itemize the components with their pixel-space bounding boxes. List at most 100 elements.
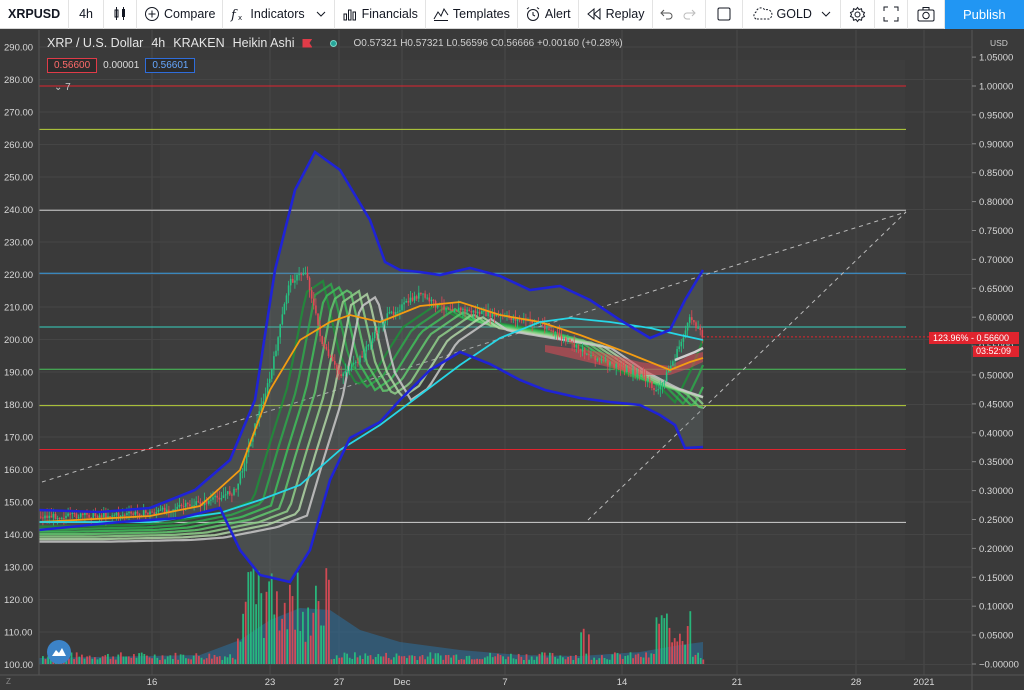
candle-body [558,332,561,337]
candle-body [462,308,464,311]
left-axis-label: 220.00 [4,270,33,281]
publish-button[interactable]: Publish [944,0,1024,29]
candle-body [544,324,546,330]
right-axis-label: 0.05000 [979,631,1013,642]
volume-bar [133,654,135,664]
volume-bar [333,658,335,664]
volume-bar [634,654,637,664]
candle-body [348,369,351,372]
candle-body [149,511,151,515]
candle-body [550,329,552,331]
candle-body [554,332,557,334]
candle-body [315,305,317,314]
redo-button[interactable] [679,0,706,29]
volume-bar [419,656,421,664]
candle-body [237,483,239,490]
candle-body [111,515,113,517]
volume-bar [663,618,666,664]
candle-body [628,368,630,373]
volume-bar [395,653,398,664]
volume-bar [216,656,218,664]
indicators-button[interactable]: fx Indicators [223,0,335,29]
volume-bar [515,659,517,664]
candle-body [474,310,477,314]
fullscreen-icon [883,6,899,22]
volume-bar [239,641,242,664]
templates-label: Templates [452,7,510,21]
snapshot-button[interactable] [908,0,945,29]
volume-bar [83,658,86,664]
volume-bar [356,657,359,664]
plus-circle-icon [145,7,159,21]
chart-type-button[interactable] [104,0,137,29]
right-axis-label: 0.90000 [979,139,1013,150]
rewind-icon [586,7,601,21]
alert-button[interactable]: Alert [518,0,579,29]
square-icon [717,7,731,21]
buy-price-button[interactable]: 0.56601 [145,58,196,73]
candle-body [46,515,48,518]
candle-body [382,323,384,327]
candle-body [371,338,374,344]
compare-button[interactable]: Compare [137,0,224,29]
volume-bar [491,657,494,664]
volume-bar [270,573,273,664]
candle-body [546,328,548,330]
volume-bar [588,634,590,664]
volume-bar [260,593,263,664]
candle-body [592,355,594,357]
candle-body [159,509,162,511]
volume-bar [499,655,502,664]
candle-body [134,511,137,515]
price-chart[interactable]: 1.05000 1.00000 0.95000 0.90000 0.85000 0.800… [0,30,1024,690]
candle-body [455,310,458,312]
flag-icon[interactable] [302,38,313,48]
layout-button[interactable] [706,0,743,29]
interval-button[interactable]: 4h [69,0,104,29]
publish-label: Publish [962,6,1006,22]
templates-button[interactable]: Templates [426,0,518,29]
studies-toggle[interactable]: ⌄ 7 [54,82,71,93]
volume-bar [484,657,486,664]
volume-bar [257,570,260,664]
volume-bar [562,657,564,664]
candle-body [388,311,391,314]
replay-button[interactable]: Replay [579,0,653,29]
volume-bar [692,656,694,664]
tradingview-logo-icon[interactable] [47,640,71,664]
candle-body [365,346,368,352]
candle-body [367,344,370,347]
chart-area[interactable]: 1.05000 1.00000 0.95000 0.90000 0.85000 0.800… [0,30,1024,690]
volume-bar [127,656,130,664]
chevron-down-icon[interactable] [315,8,327,20]
candle-body [128,511,130,514]
volume-bar [354,652,356,664]
candle-body [403,302,405,305]
volume-bar [645,652,647,664]
volume-bar [517,653,520,664]
symbol-search[interactable]: XRPUSD [0,0,70,29]
candle-body [623,368,626,373]
volume-bar [117,654,120,664]
settings-button[interactable] [841,0,875,29]
volume-bar [476,658,478,664]
volume-bar [489,652,491,664]
volume-bar [244,601,247,664]
volume-bar [122,656,125,664]
volume-bar [640,656,642,664]
fullscreen-button[interactable] [875,0,908,29]
save-layout-button[interactable]: GOLD [743,0,841,29]
volume-bar [627,655,629,664]
candle-body [98,515,101,518]
volume-bar [647,657,650,664]
camera-icon [917,7,935,22]
volume-bar [556,658,559,664]
financials-button[interactable]: Financials [335,0,426,29]
undo-button[interactable] [653,0,679,29]
volume-bar [694,654,697,664]
sell-price-button[interactable]: 0.56600 [47,58,98,73]
spread-value: 0.00001 [103,60,140,71]
volume-bar [346,653,348,664]
candle-body [571,341,573,344]
volume-bar [185,658,187,664]
